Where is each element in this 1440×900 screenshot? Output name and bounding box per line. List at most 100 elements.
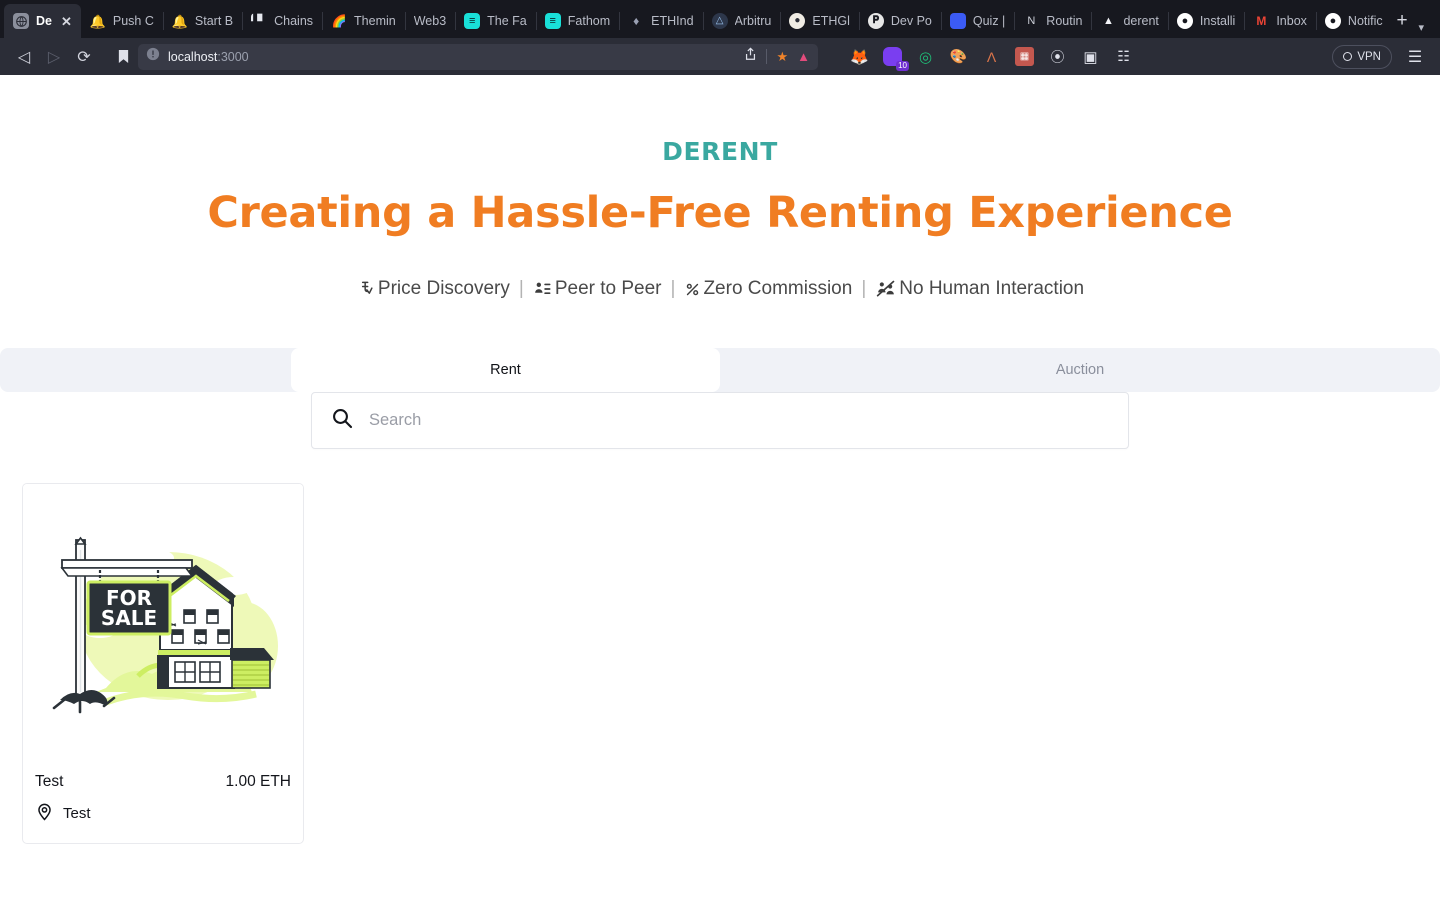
url-text: localhost:3000 xyxy=(168,50,249,64)
arbitrum-icon: △ xyxy=(711,13,728,29)
tab-strip-right: ▾ xyxy=(1412,21,1436,38)
rabby-icon[interactable]: ◎ xyxy=(916,47,935,66)
hero-section: DERENT Creating a Hassle-Free Renting Ex… xyxy=(0,75,1440,300)
vpn-label: VPN xyxy=(1357,50,1381,63)
listing-details: Test 1.00 ETH Test xyxy=(23,767,303,843)
browser-tab[interactable]: ▲ derent xyxy=(1091,4,1167,38)
tab-auction[interactable]: Auction xyxy=(720,348,1440,392)
vercel-icon: ▲ xyxy=(1102,14,1114,27)
browser-tab[interactable]: N Routin xyxy=(1014,4,1091,38)
browser-tab[interactable]: 🌈 Themin xyxy=(322,4,405,38)
tab-title: Routin xyxy=(1046,14,1083,28)
tab-title: Dev Po xyxy=(890,14,932,28)
browser-tab[interactable]: 🔔 Push C xyxy=(81,4,163,38)
tab-rent[interactable]: Rent xyxy=(291,348,720,392)
share-icon[interactable] xyxy=(744,47,757,66)
tab-title: Themin xyxy=(354,14,396,28)
menu-icon[interactable]: ☰ xyxy=(1400,47,1430,67)
tab-title: Notific xyxy=(1347,14,1383,28)
tab-label: Rent xyxy=(490,362,521,378)
back-button[interactable]: ◁ xyxy=(10,44,38,70)
tab-title: ETHInd xyxy=(651,14,694,28)
browser-tab[interactable]: ● ETHGl xyxy=(780,4,859,38)
close-icon[interactable]: ✕ xyxy=(61,15,72,28)
browser-tab[interactable]: M Inbox xyxy=(1244,4,1316,38)
wallet-icon[interactable]: ☷ xyxy=(1114,47,1133,66)
metamask-icon[interactable]: 🦊 xyxy=(850,47,869,66)
tab-label: Auction xyxy=(1055,362,1105,378)
listing-title: Test xyxy=(35,773,64,790)
keplr-icon[interactable]: Λ xyxy=(982,47,1001,66)
puzzle-icon[interactable]: ⦿ xyxy=(1048,47,1067,66)
browser-tab[interactable]: ≡ The Fa xyxy=(455,4,536,38)
feature-label: No Human Interaction xyxy=(899,278,1085,299)
quiz-icon xyxy=(949,13,966,29)
reload-button[interactable]: ⟳ xyxy=(70,44,98,70)
listing-price: 1.00 ETH xyxy=(225,773,291,790)
tab-title: The Fa xyxy=(487,14,527,28)
feature-label: Price Discovery xyxy=(377,278,510,299)
map-pin-icon xyxy=(35,802,54,825)
new-tab-button[interactable]: + xyxy=(1392,6,1413,36)
sidebar-icon[interactable]: ▣ xyxy=(1081,47,1100,66)
no-human-icon xyxy=(875,279,897,299)
browser-tab[interactable]: ● Notific xyxy=(1315,4,1392,38)
search-box[interactable]: Search xyxy=(311,392,1129,449)
phantom-icon[interactable]: 10 xyxy=(883,47,909,71)
browser-tab[interactable]: ♦ ETHInd xyxy=(619,4,702,38)
tab-title: Start B xyxy=(194,14,234,28)
bars-icon: ▘▘. xyxy=(251,14,267,28)
tab-title: Quiz | xyxy=(972,14,1006,28)
notion-icon: 𝐏 xyxy=(867,13,884,29)
github-icon: ● xyxy=(1324,13,1341,29)
search-area: Search xyxy=(0,392,1440,449)
colorpicker-icon[interactable]: 🎨 xyxy=(949,47,968,66)
browser-tab[interactable]: △ Arbitru xyxy=(702,4,781,38)
address-bar[interactable]: localhost:3000 ★ ▲ xyxy=(138,43,818,70)
browser-tab[interactable]: ● Installi xyxy=(1167,4,1244,38)
vpn-status-dot xyxy=(1343,52,1353,61)
price-tag-icon xyxy=(356,279,376,299)
listing-location: Test xyxy=(35,802,291,825)
search-icon xyxy=(330,406,354,435)
tab-strip: De ✕ 🔔 Push C 🔔 Start B ▘▘. Chains 🌈 The… xyxy=(0,0,1440,38)
bell-icon: 🔔 xyxy=(89,13,106,29)
feature-item-zero-commission: Zero Commission xyxy=(684,278,852,300)
browser-tab[interactable]: Web3 xyxy=(404,4,455,38)
eth-icon: ♦ xyxy=(633,14,640,28)
browser-tab[interactable]: 🔔 Start B xyxy=(162,4,242,38)
chevron-down-icon[interactable]: ▾ xyxy=(1412,21,1436,34)
feature-separator: | xyxy=(518,278,524,299)
listing-card[interactable]: FOR SALE Test 1.00 ETH Test xyxy=(22,483,304,844)
feature-label: Peer to Peer xyxy=(554,278,662,299)
bell-icon: 🔔 xyxy=(171,13,188,29)
info-circle-icon[interactable] xyxy=(146,47,160,66)
for-sale-house-illustration: FOR SALE xyxy=(52,536,278,713)
listing-type-tabs: Rent Auction xyxy=(0,348,1440,392)
vpn-button[interactable]: VPN xyxy=(1332,44,1392,69)
brave-rewards-icon[interactable]: ▲ xyxy=(797,49,810,64)
browser-tab[interactable]: ≡ Fathom xyxy=(535,4,619,38)
listing-grid: FOR SALE Test 1.00 ETH Test xyxy=(0,449,1440,844)
tab-title: Installi xyxy=(1199,14,1236,28)
brave-shield-icon[interactable]: ★ xyxy=(776,49,788,65)
browser-tab[interactable]: ▘▘. Chains xyxy=(242,4,322,38)
feature-separator: | xyxy=(670,278,676,299)
percent-icon xyxy=(684,281,701,298)
page-content: DERENT Creating a Hassle-Free Renting Ex… xyxy=(0,75,1440,900)
tab-title: ETHGl xyxy=(812,14,850,28)
listing-location-label: Test xyxy=(63,805,91,822)
search-input[interactable]: Search xyxy=(369,411,421,430)
fathom-icon: ≡ xyxy=(464,13,481,29)
tab-title: Push C xyxy=(112,14,154,28)
forward-button[interactable]: ▷ xyxy=(40,44,68,70)
notion-n-icon: N xyxy=(1027,14,1036,27)
tab-title: Arbitru xyxy=(734,14,772,28)
browser-tab[interactable]: Quiz | xyxy=(940,4,1014,38)
pixel-icon[interactable]: ▦ xyxy=(1015,47,1034,66)
browser-tab[interactable]: De ✕ xyxy=(4,4,81,38)
bookmark-icon[interactable] xyxy=(108,49,138,64)
tab-title: derent xyxy=(1123,14,1159,28)
browser-tab[interactable]: 𝐏 Dev Po xyxy=(858,4,941,38)
url-host: localhost xyxy=(168,49,218,64)
